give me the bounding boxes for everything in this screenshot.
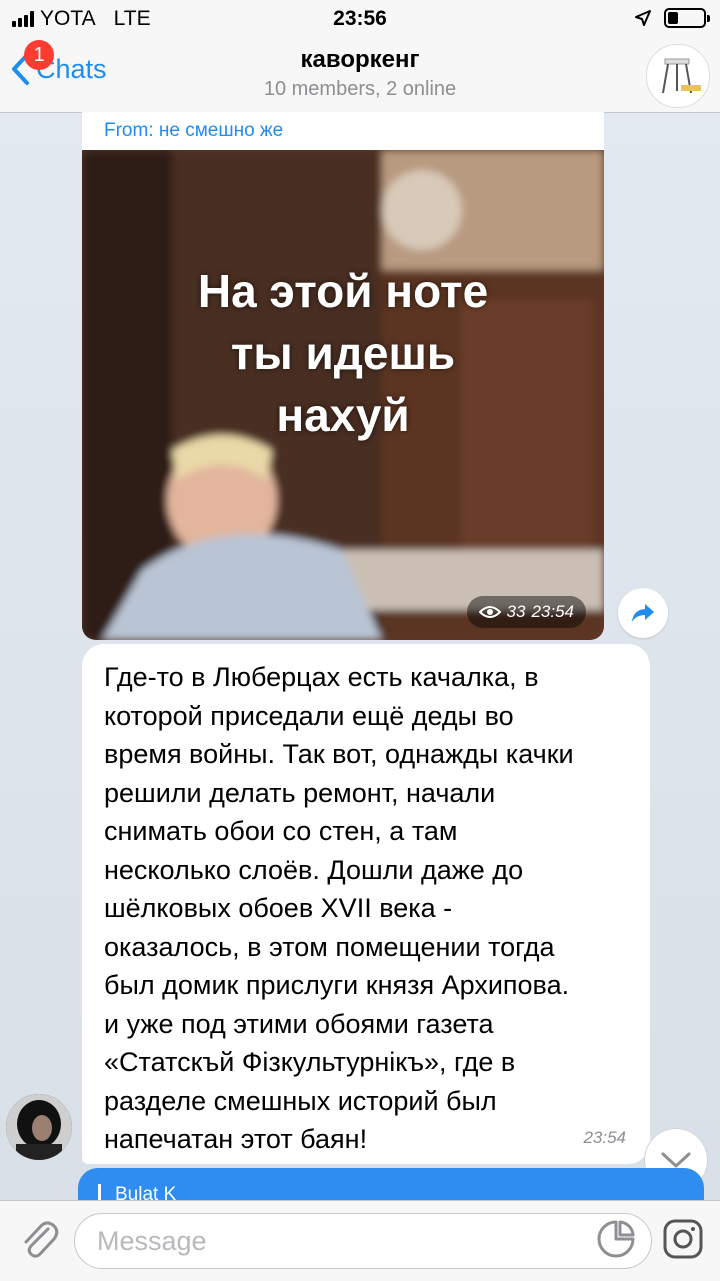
message-photo[interactable]: На этой ноте ты идешь нахуй 33 23:54 — [82, 150, 604, 640]
view-count: 33 — [506, 602, 526, 621]
chat-title-area[interactable]: каворкенг 10 members, 2 online — [160, 46, 560, 101]
chat-header: Chats 1 каворкенг 10 members, 2 online — [0, 38, 720, 113]
message-text: Где-то в Люберцах есть качалка, в которо… — [104, 662, 574, 1154]
photo-meta: 33 23:54 — [466, 596, 586, 628]
stool-icon — [662, 58, 701, 94]
battery-icon — [664, 8, 710, 28]
instagram-camera-icon[interactable] — [662, 1218, 704, 1260]
status-bar: YOTA LTE 23:56 — [0, 0, 720, 38]
chat-title: каворкенг — [300, 46, 420, 73]
paperclip-icon[interactable] — [18, 1217, 60, 1263]
forwarded-photo-message[interactable]: From: не смешно же На этой ноте ты идешь… — [82, 112, 604, 640]
sender-avatar[interactable] — [6, 1094, 72, 1160]
sticker-icon[interactable] — [596, 1219, 636, 1259]
text-message[interactable]: Где-то в Люберцах есть качалка, в которо… — [82, 644, 650, 1164]
message-input[interactable] — [74, 1213, 652, 1269]
photo-caption: На этой ноте ты идешь нахуй — [197, 265, 489, 441]
unread-badge: 1 — [24, 40, 54, 70]
location-arrow-icon — [635, 10, 651, 26]
status-time: 23:56 — [333, 7, 387, 30]
chat-subtitle: 10 members, 2 online — [263, 78, 457, 100]
share-button[interactable] — [618, 588, 668, 638]
forwarded-from-label[interactable]: From: не смешно же — [104, 120, 283, 142]
message-time: 23:54 — [583, 1128, 626, 1147]
share-arrow-icon — [632, 604, 654, 622]
user-photo-icon — [6, 1094, 72, 1160]
photo-time: 23:54 — [531, 602, 574, 621]
chevron-down-icon — [661, 1152, 691, 1168]
eye-icon — [478, 606, 501, 618]
group-avatar[interactable] — [646, 44, 710, 108]
